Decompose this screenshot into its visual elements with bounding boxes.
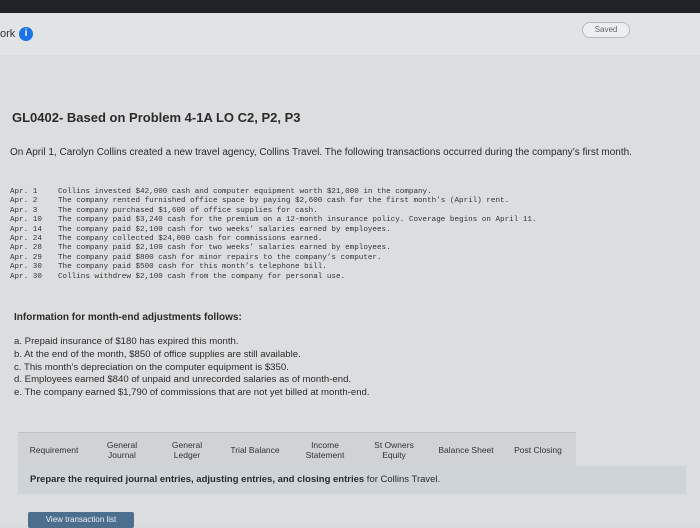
tab-st-owners-equity[interactable]: St Owners Equity [360,440,428,460]
transaction-date: Apr. 10 [10,216,42,225]
tab-post-closing[interactable]: Post Closing [504,445,572,455]
transaction-row: Apr. 30 The company paid $500 cash for th… [10,263,690,272]
transaction-row: Apr. 24 The company collected $24,000 cas… [10,235,690,244]
view-transaction-list-button[interactable]: View transaction list [28,512,134,528]
tab-general-ledger[interactable]: General Ledger [154,440,220,460]
transaction-row: Apr. 30 Collins withdrew $2,100 cash from… [10,273,690,282]
transaction-date: Apr. 30 [10,263,42,272]
problem-title: GL0402- Based on Problem 4-1A LO C2, P2,… [12,110,301,125]
adjustment-item: d. Employees earned $840 of unpaid and u… [14,374,352,386]
transaction-row: Apr. 14 The company paid $2,100 cash for … [10,226,690,235]
header-left-label: ork [0,28,16,40]
transaction-text: The company purchased $1,600 of office s… [58,206,318,215]
transaction-date: Apr. 24 [10,235,42,244]
transaction-text: The company paid $2,100 cash for two wee… [58,244,391,253]
transaction-row: Apr. 3 The company purchased $1,600 of of… [10,207,690,216]
transaction-text: The company paid $3,240 cash for the pre… [58,216,537,225]
transaction-date: Apr. 1 [10,188,38,196]
transaction-row: Apr. 2 The company rented furnished offic… [10,197,690,206]
transaction-date: Apr. 14 [10,225,42,234]
adjustment-item: a. Prepaid insurance of $180 has expired… [14,336,239,347]
transaction-list: Apr. 1 Collins invested $42,000 cash and … [10,188,690,282]
tab-general-journal[interactable]: General Journal [90,440,154,460]
transaction-row: Apr. 28 The company paid $2,100 cash for … [10,244,690,253]
adjustment-item: c. This month’s depreciation on the comp… [14,361,289,373]
transaction-text: The company paid $2,100 cash for two wee… [58,225,391,234]
problem-intro: On April 1, Carolyn Collins created a ne… [10,147,632,158]
instruction-text: Prepare the required journal entries, ad… [30,474,440,485]
instruction-panel: Prepare the required journal entries, ad… [18,466,686,494]
adjustment-item: e. The company earned $1,790 of commissi… [14,387,370,399]
transaction-row: Apr. 29 The company paid $800 cash for mi… [10,254,690,263]
transaction-text: The company collected $24,000 cash for c… [58,235,323,244]
transaction-date: Apr. 30 [10,272,42,281]
transaction-row: Apr. 1 Collins invested $42,000 cash and … [10,188,690,197]
transaction-date: Apr. 3 [10,206,38,215]
top-bar [0,0,700,13]
tab-income-statement[interactable]: Income Statement [290,440,360,460]
saved-badge: Saved [582,22,630,38]
transaction-text: Collins withdrew $2,100 cash from the co… [58,272,346,281]
tab-requirement[interactable]: Requirement [18,445,90,455]
transaction-row: Apr. 10 The company paid $3,240 cash for … [10,216,690,225]
transaction-text: The company rented furnished office spac… [58,197,510,206]
adjustment-item: b. At the end of the month, $850 of offi… [14,348,301,360]
info-icon[interactable]: i [19,27,33,41]
transaction-date: Apr. 29 [10,253,42,262]
adjustments-list: a. Prepaid insurance of $180 has expired… [14,336,370,400]
transaction-date: Apr. 28 [10,244,42,253]
instruction-rest: for Collins Travel. [364,474,441,485]
transaction-text: The company paid $500 cash for this mont… [58,263,327,272]
tab-balance-sheet[interactable]: Balance Sheet [428,445,504,455]
tab-trial-balance[interactable]: Trial Balance [220,445,290,455]
transaction-date: Apr. 2 [10,197,38,206]
transaction-text: Collins invested $42,000 cash and comput… [58,188,432,196]
transaction-text: The company paid $800 cash for minor rep… [58,253,382,262]
adjustments-heading: Information for month-end adjustments fo… [14,312,242,323]
instruction-bold: Prepare the required journal entries, ad… [30,474,365,485]
tab-bar: Requirement General Journal General Ledg… [18,432,576,467]
